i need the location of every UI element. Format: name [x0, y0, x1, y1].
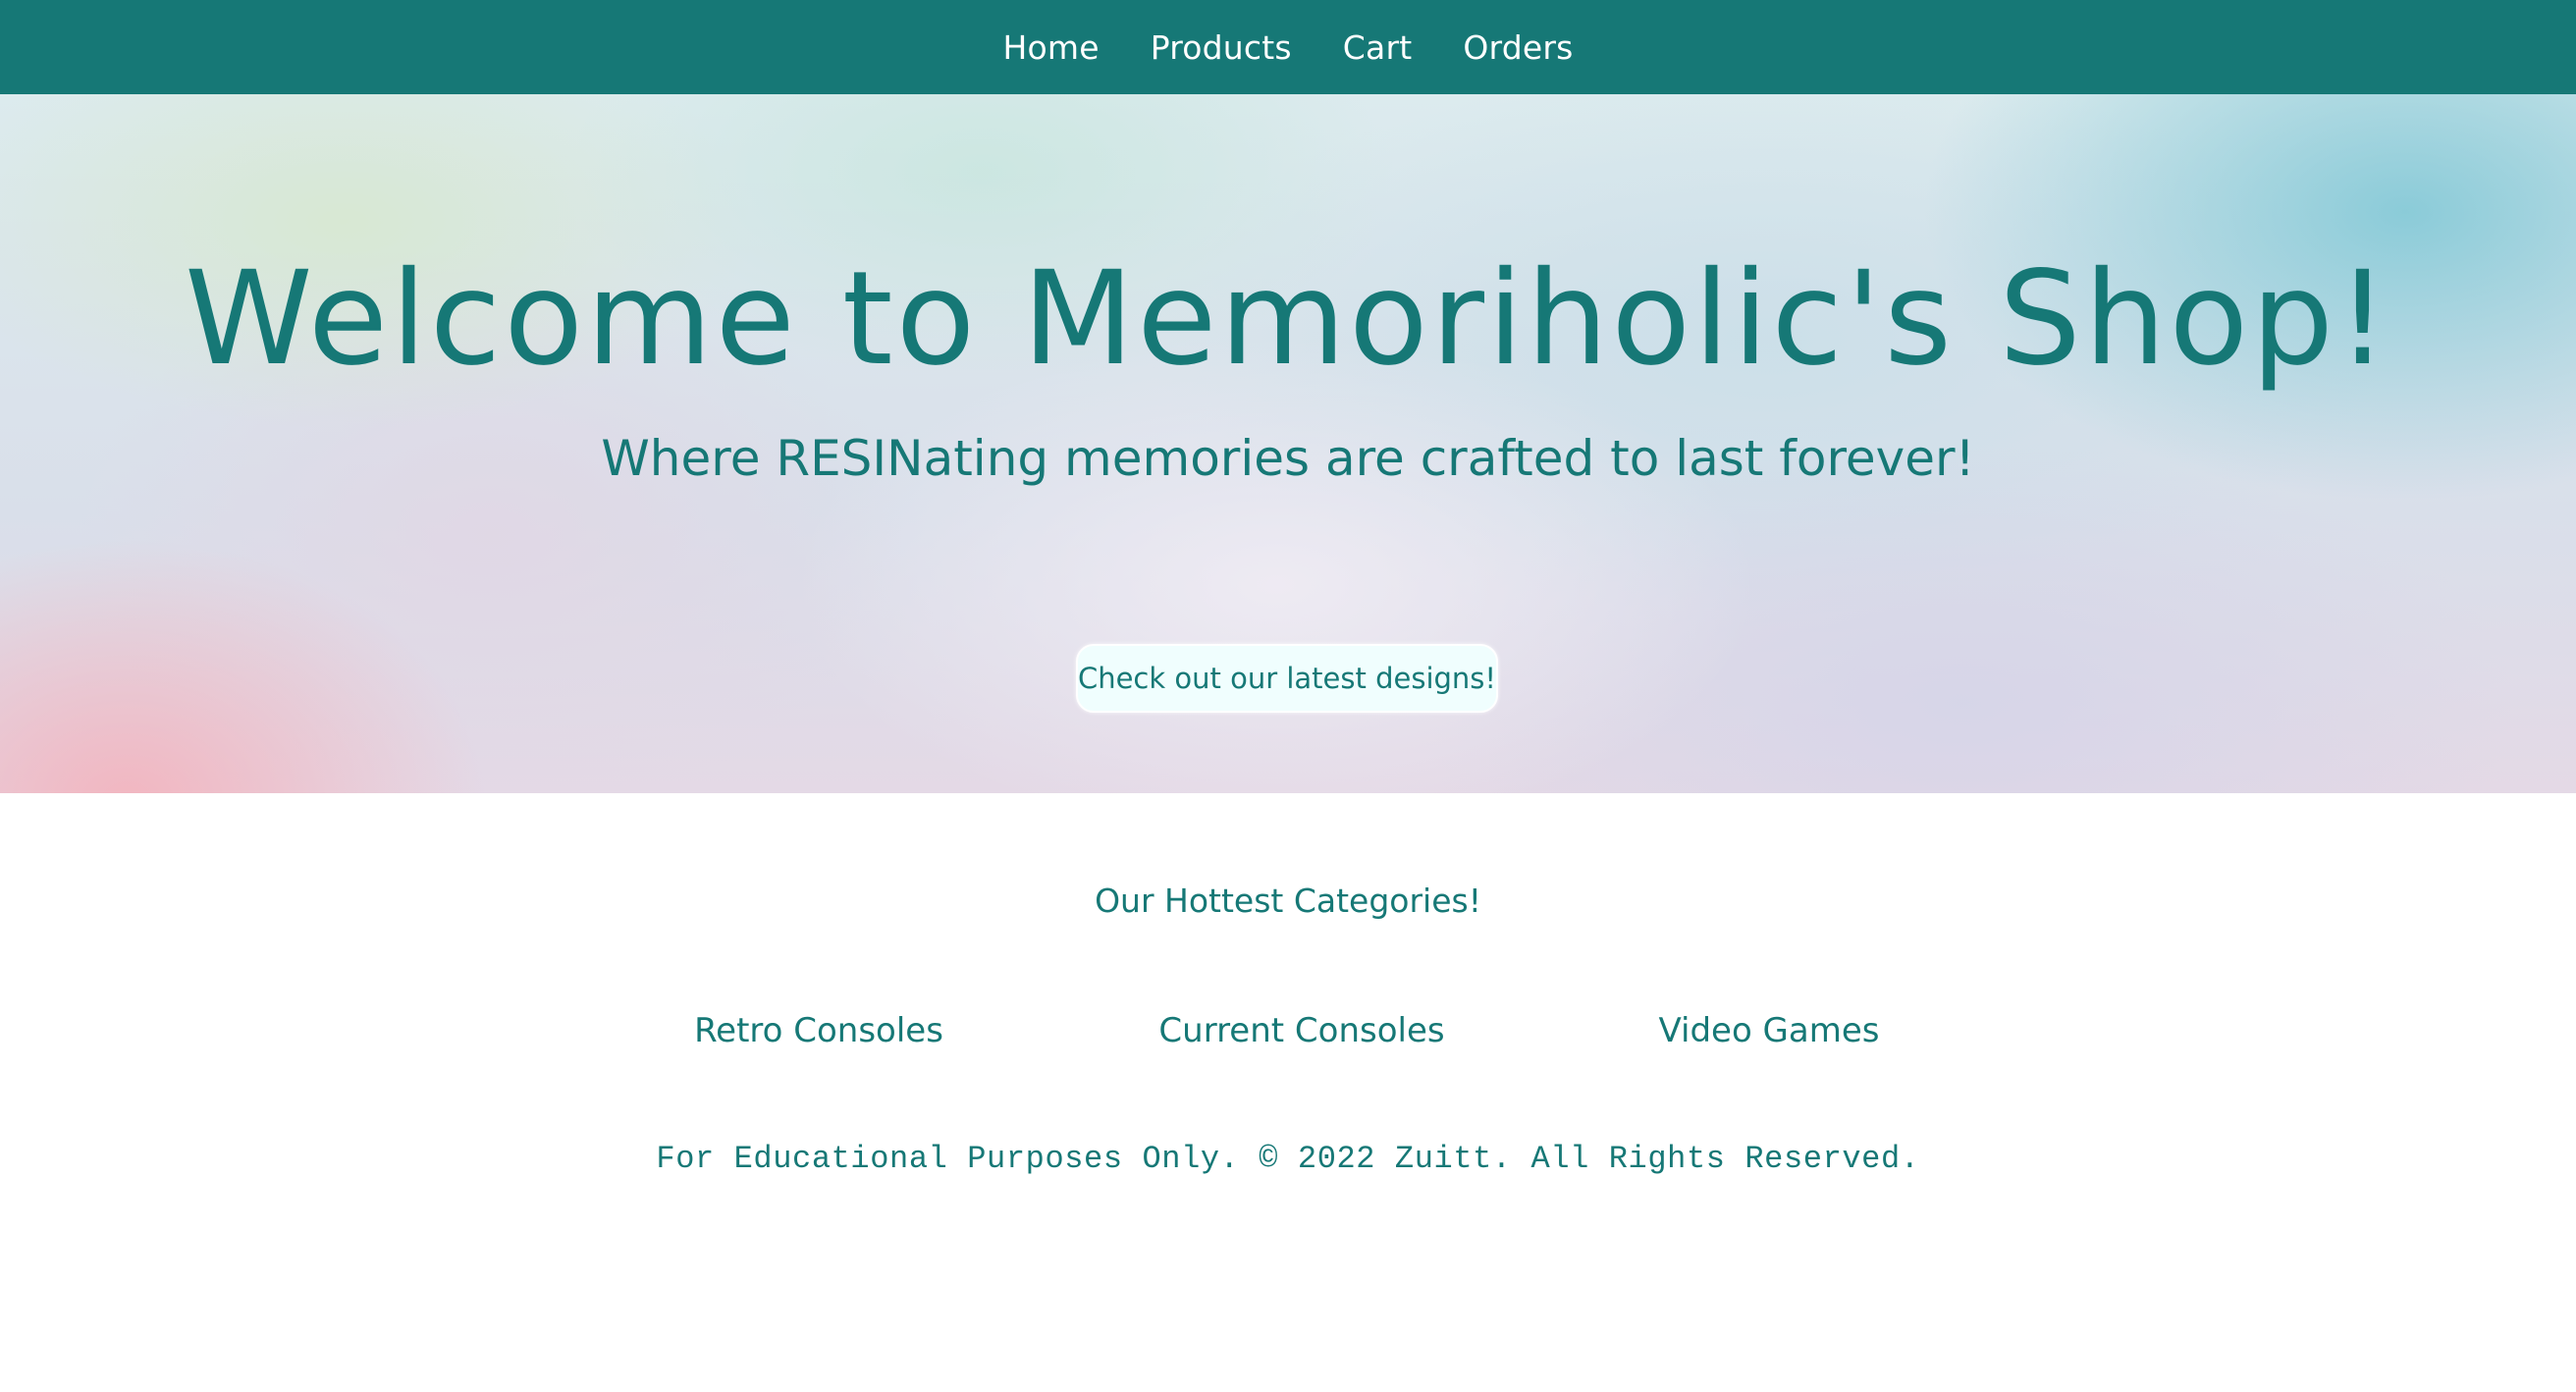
nav-link-home[interactable]: Home	[1002, 28, 1099, 67]
category-current-consoles[interactable]: Current Consoles	[1158, 1011, 1444, 1050]
category-retro-consoles[interactable]: Retro Consoles	[694, 1011, 943, 1050]
footer-copyright: For Educational Purposes Only. © 2022 Zu…	[656, 1141, 1920, 1177]
latest-designs-button[interactable]: Check out our latest designs!	[1076, 644, 1498, 713]
categories-heading: Our Hottest Categories!	[1095, 882, 1481, 920]
hero-banner: Welcome to Memoriholic's Shop! Where RES…	[0, 94, 2576, 793]
nav-link-products[interactable]: Products	[1151, 28, 1292, 67]
top-navbar: Home Products Cart Orders	[0, 0, 2576, 94]
nav-link-orders[interactable]: Orders	[1463, 28, 1573, 67]
hero-title: Welcome to Memoriholic's Shop!	[185, 243, 2391, 395]
nav-link-cart[interactable]: Cart	[1343, 28, 1413, 67]
category-video-games[interactable]: Video Games	[1658, 1011, 1879, 1050]
hero-subtitle: Where RESINating memories are crafted to…	[601, 430, 1975, 487]
